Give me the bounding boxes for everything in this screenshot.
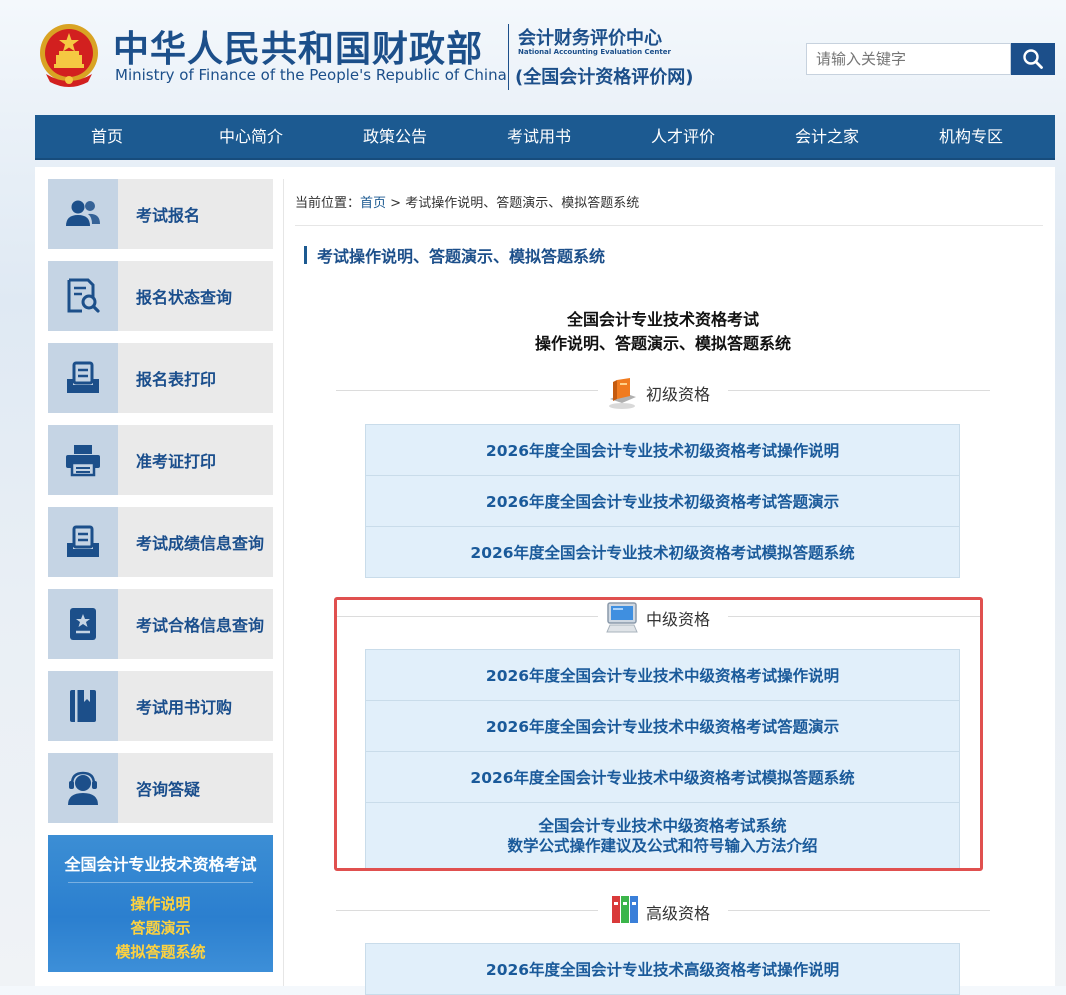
nav-item-accountant-home[interactable]: 会计之家 [755, 115, 899, 158]
nav-item-books[interactable]: 考试用书 [467, 115, 611, 158]
banner-link-simulation[interactable]: 模拟答题系统 [48, 941, 273, 962]
column-divider [283, 179, 284, 986]
highlight-frame [334, 597, 983, 871]
section-label-junior: 初级资格 [646, 385, 711, 404]
breadcrumb-current: 考试操作说明、答题演示、模拟答题系统 [405, 196, 640, 211]
ministry-name-en: Ministry of Finance of the People's Repu… [115, 66, 507, 84]
users-icon [48, 179, 118, 249]
center-name-en: National Accounting Evaluation Center [518, 48, 671, 56]
score-tray-icon [48, 507, 118, 577]
logo-divider [508, 24, 509, 90]
search-button[interactable] [1011, 43, 1055, 75]
sidebar-item-label: 考试报名 [136, 206, 201, 225]
junior-link-instructions[interactable]: 2026年度全国会计专业技术初级资格考试操作说明 [366, 425, 959, 476]
sidebar-item-form-print[interactable]: 报名表打印 [48, 343, 273, 413]
book-stack-icon [609, 378, 636, 409]
sidebar-item-score-query[interactable]: 考试成绩信息查询 [48, 507, 273, 577]
document-search-icon [48, 261, 118, 331]
breadcrumb: 当前位置：首页 > 考试操作说明、答题演示、模拟答题系统 [295, 192, 639, 211]
sidebar-item-registration[interactable]: 考试报名 [48, 179, 273, 249]
banner-title: 全国会计专业技术资格考试 [64, 855, 257, 874]
title-accent-bar [304, 246, 307, 264]
banner-divider [68, 882, 253, 883]
section-divider-right [728, 910, 990, 911]
section-label-senior: 高级资格 [646, 904, 711, 923]
ministry-name-cn: 中华人民共和国财政部 [113, 29, 484, 70]
senior-link-list: 2026年度全国会计专业技术高级资格考试操作说明 [365, 943, 960, 995]
breadcrumb-prefix: 当前位置： [295, 196, 361, 211]
nav-item-about[interactable]: 中心简介 [179, 115, 323, 158]
sidebar-item-status-query[interactable]: 报名状态查询 [48, 261, 273, 331]
sidebar-item-label: 考试合格信息查询 [136, 616, 265, 635]
sidebar-item-book-order[interactable]: 考试用书订购 [48, 671, 273, 741]
junior-link-demo[interactable]: 2026年度全国会计专业技术初级资格考试答题演示 [366, 476, 959, 527]
senior-link-instructions[interactable]: 2026年度全国会计专业技术高级资格考试操作说明 [366, 944, 959, 995]
section-divider-right [728, 390, 990, 391]
junior-link-simulation[interactable]: 2026年度全国会计专业技术初级资格考试模拟答题系统 [366, 527, 959, 578]
main-heading-line2: 操作说明、答题演示、模拟答题系统 [534, 334, 791, 353]
sidebar-item-label: 考试用书订购 [136, 698, 233, 717]
search-input[interactable] [807, 44, 1006, 74]
form-print-icon [48, 343, 118, 413]
breadcrumb-home-link[interactable]: 首页 [360, 196, 386, 211]
sidebar-item-label: 报名状态查询 [136, 288, 233, 307]
search-icon [1023, 49, 1043, 69]
banner-link-demo[interactable]: 答题演示 [48, 917, 273, 938]
sidebar-item-label: 咨询答疑 [136, 780, 201, 799]
main-heading-line1: 全国会计专业技术资格考试 [566, 310, 759, 329]
section-divider-left [336, 910, 598, 911]
breadcrumb-separator: > [386, 196, 406, 211]
nav-item-home[interactable]: 首页 [35, 115, 179, 158]
breadcrumb-divider [295, 225, 1043, 226]
page-title: 考试操作说明、答题演示、模拟答题系统 [317, 247, 606, 266]
center-site-name: (全国会计资格评价网) [515, 67, 694, 88]
printer-icon [48, 425, 118, 495]
nav-item-policy[interactable]: 政策公告 [323, 115, 467, 158]
sidebar-item-pass-query[interactable]: 考试合格信息查询 [48, 589, 273, 659]
binders-icon [612, 896, 638, 923]
sidebar-item-label: 报名表打印 [136, 370, 217, 389]
nav-item-institution[interactable]: 机构专区 [899, 115, 1043, 158]
sidebar-item-label: 考试成绩信息查询 [136, 534, 265, 553]
center-name-cn: 会计财务评价中心 [518, 28, 662, 49]
sidebar-item-admission-print[interactable]: 准考证打印 [48, 425, 273, 495]
banner-link-instructions[interactable]: 操作说明 [48, 893, 273, 914]
national-emblem-icon [40, 24, 98, 87]
main-nav: 首页 中心简介 政策公告 考试用书 人才评价 会计之家 机构专区 [35, 115, 1055, 160]
section-divider-left [336, 390, 598, 391]
nav-item-talent[interactable]: 人才评价 [611, 115, 755, 158]
book-icon [48, 671, 118, 741]
search-box [806, 43, 1011, 75]
sidebar: 考试报名 报名状态查询 报名表打印 准考证打印 考试成绩信息查询 考试合格信息查… [48, 179, 273, 835]
support-headset-icon [48, 753, 118, 823]
junior-link-list: 2026年度全国会计专业技术初级资格考试操作说明 2026年度全国会计专业技术初… [365, 424, 960, 578]
certificate-icon [48, 589, 118, 659]
sidebar-item-consult[interactable]: 咨询答疑 [48, 753, 273, 823]
exam-system-banner[interactable]: 全国会计专业技术资格考试 操作说明 答题演示 模拟答题系统 [48, 835, 273, 972]
sidebar-item-label: 准考证打印 [136, 452, 217, 471]
site-header: 中华人民共和国财政部 Ministry of Finance of the Pe… [0, 0, 1066, 115]
